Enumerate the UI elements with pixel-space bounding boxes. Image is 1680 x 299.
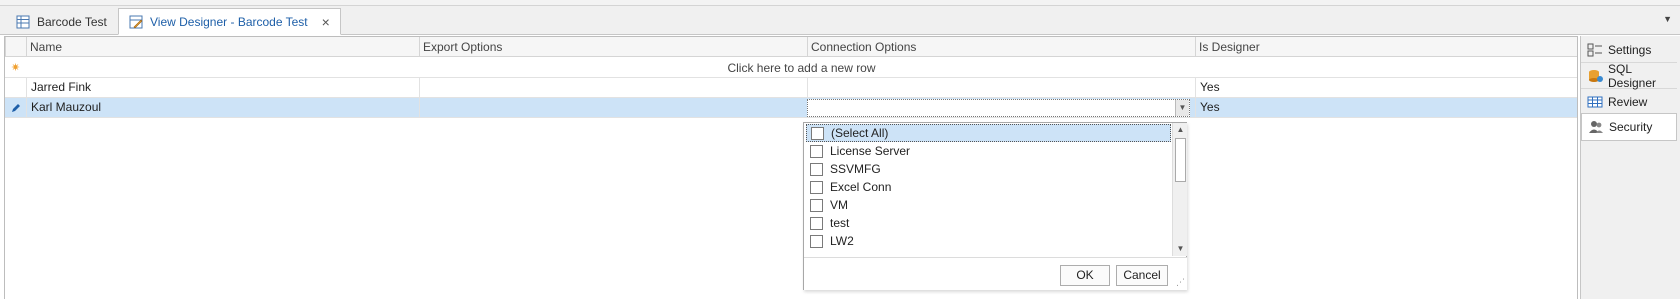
cell-export-options[interactable] [419, 98, 807, 118]
checkbox[interactable] [810, 180, 823, 194]
side-button-security[interactable]: Security [1581, 113, 1677, 141]
item-label: Excel Conn [830, 180, 892, 194]
side-button-label: Security [1609, 120, 1653, 134]
scroll-thumb[interactable] [1175, 138, 1186, 182]
checklist: (Select All) License Server SSVMFG Excel… [804, 123, 1172, 256]
cell-name[interactable]: Jarred Fink [26, 78, 419, 98]
cell-is-designer[interactable]: Yes [1195, 78, 1579, 98]
cell-connection-options[interactable] [807, 78, 1195, 98]
item-label: test [830, 216, 850, 230]
new-row-star-icon: ✷ [10, 62, 21, 74]
connection-options-popup: (Select All) License Server SSVMFG Excel… [803, 122, 1187, 290]
side-button-settings[interactable]: Settings [1581, 37, 1677, 63]
checkbox[interactable] [810, 234, 823, 248]
side-button-label: Review [1608, 94, 1648, 109]
header-indicator [5, 37, 26, 57]
side-button-label: Settings [1608, 42, 1652, 57]
dropdown-arrow-icon[interactable]: ▼ [1175, 100, 1189, 116]
item-label: SSVMFG [830, 162, 881, 176]
row-indicator [5, 78, 26, 98]
table-row[interactable]: Jarred Fink Yes [5, 78, 1577, 98]
list-item[interactable]: Excel Conn [806, 178, 1171, 196]
view-designer-icon [129, 15, 143, 29]
chevron-down-icon[interactable]: ▼ [1663, 14, 1672, 24]
checkbox[interactable] [810, 162, 823, 176]
column-header-connection-options[interactable]: Connection Options [807, 37, 1195, 57]
table-icon [1587, 95, 1603, 109]
new-row-text[interactable]: Click here to add a new row [26, 58, 1577, 78]
ok-button[interactable]: OK [1060, 265, 1110, 286]
cancel-button[interactable]: Cancel [1116, 265, 1168, 286]
table-row[interactable]: Karl Mauzoul ▼ Yes [5, 98, 1577, 118]
side-panel: Settings SQL Designer Review Security [1580, 36, 1680, 299]
close-icon[interactable]: × [322, 15, 330, 29]
side-button-review[interactable]: Review [1581, 89, 1677, 115]
document-tab-bar: Barcode Test View Designer - Barcode Tes… [0, 6, 1680, 35]
column-header-name[interactable]: Name [26, 37, 419, 57]
list-item[interactable]: SSVMFG [806, 160, 1171, 178]
tab-label: Barcode Test [37, 14, 107, 29]
checkbox[interactable] [810, 144, 823, 158]
resize-grip-icon[interactable]: ⋰ [1176, 277, 1185, 288]
vertical-scrollbar[interactable]: ▲ ▼ [1172, 123, 1187, 256]
list-item[interactable]: License Server [806, 142, 1171, 160]
popup-footer: OK Cancel ⋰ [804, 257, 1187, 290]
side-button-label: SQL Designer [1608, 61, 1657, 90]
list-item[interactable]: LW2 [806, 232, 1171, 250]
cell-is-designer[interactable]: Yes [1195, 98, 1579, 118]
grid-table-icon [16, 15, 30, 29]
item-label: (Select All) [831, 126, 889, 140]
cell-name[interactable]: Karl Mauzoul [26, 98, 419, 118]
list-item[interactable]: test [806, 214, 1171, 232]
column-header-is-designer[interactable]: Is Designer [1195, 37, 1579, 57]
item-label: LW2 [830, 234, 854, 248]
tab-barcode-test[interactable]: Barcode Test [6, 8, 117, 35]
item-label: VM [830, 198, 848, 212]
grid-header: Name Export Options Connection Options I… [5, 37, 1577, 57]
scroll-up-icon[interactable]: ▲ [1173, 123, 1188, 137]
side-button-sql-designer[interactable]: SQL Designer [1581, 61, 1677, 90]
scroll-down-icon[interactable]: ▼ [1173, 242, 1188, 256]
settings-icon [1587, 43, 1603, 57]
checkbox[interactable] [811, 126, 824, 140]
list-item[interactable]: (Select All) [806, 124, 1171, 142]
users-icon [1588, 120, 1604, 134]
users-grid: Name Export Options Connection Options I… [4, 36, 1578, 299]
tab-label: View Designer - Barcode Test [150, 14, 308, 29]
checkbox[interactable] [810, 216, 823, 230]
cell-export-options[interactable] [419, 78, 807, 98]
edit-pencil-icon [5, 98, 26, 118]
new-row[interactable]: ✷ Click here to add a new row [5, 58, 1577, 78]
connection-options-editor[interactable]: ▼ [807, 99, 1190, 117]
list-item[interactable]: VM [806, 196, 1171, 214]
database-icon [1587, 69, 1603, 83]
checkbox[interactable] [810, 198, 823, 212]
column-header-export-options[interactable]: Export Options [419, 37, 807, 57]
item-label: License Server [830, 144, 911, 158]
tab-view-designer[interactable]: View Designer - Barcode Test × [118, 8, 341, 35]
